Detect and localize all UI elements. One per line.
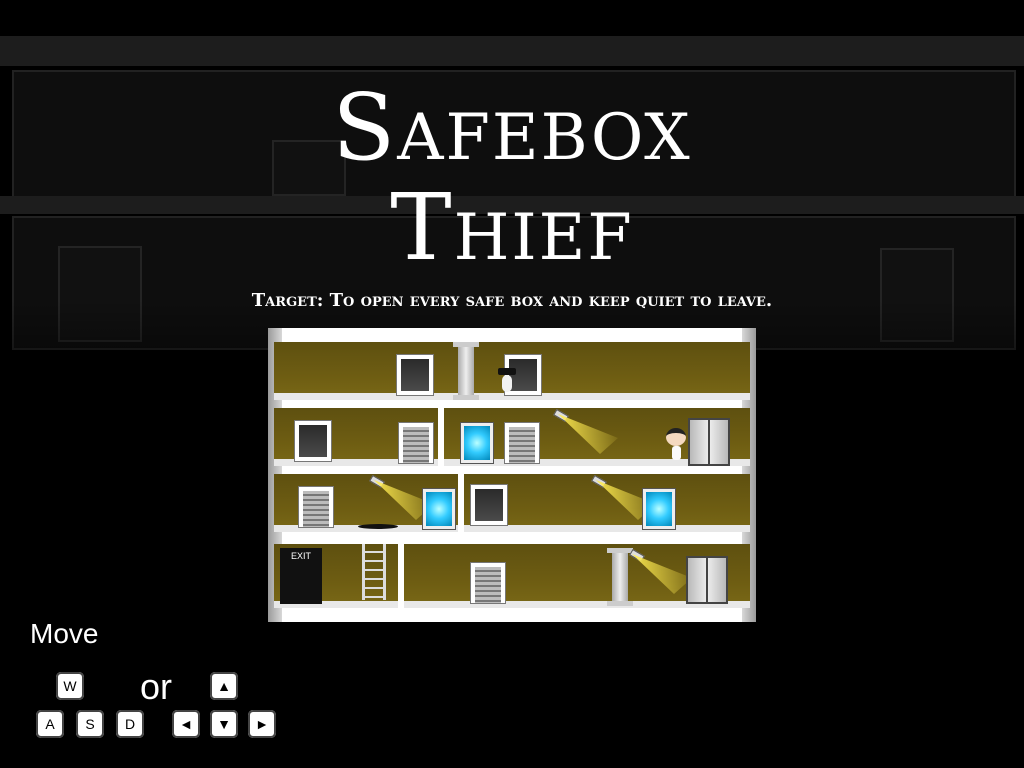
key-arrow-up[interactable]: ▲: [210, 672, 238, 700]
stairs: [298, 486, 334, 528]
preview-floor-4: EXIT: [274, 544, 750, 608]
or-label: or: [140, 666, 173, 707]
move-label: Move: [30, 618, 99, 649]
wall-divider: [438, 408, 444, 466]
key-arrow-left[interactable]: ◄: [172, 710, 200, 738]
stairs: [398, 422, 434, 464]
elevator: [686, 556, 728, 604]
guard-character: [498, 368, 516, 392]
pillar: [453, 342, 479, 400]
key-arrow-down[interactable]: ▼: [210, 710, 238, 738]
elevator-door: [470, 484, 508, 526]
elevator-door: [396, 354, 434, 396]
preview-floor-3: [274, 474, 750, 532]
thief-character: [666, 428, 686, 460]
elevator-door: [294, 420, 332, 462]
safe-box: [642, 488, 676, 530]
ladder: [362, 544, 386, 600]
preview-floor-2: [274, 408, 750, 466]
key-d[interactable]: D: [116, 710, 144, 738]
exit-door: EXIT: [280, 548, 322, 604]
level-preview: EXIT: [268, 328, 756, 622]
safe-box: [422, 488, 456, 530]
wall-divider: [458, 474, 464, 532]
preview-floor-1: [274, 342, 750, 400]
key-s[interactable]: S: [76, 710, 104, 738]
key-arrow-right[interactable]: ►: [248, 710, 276, 738]
light-beam: [558, 414, 618, 454]
pillar: [607, 548, 633, 606]
exit-label: EXIT: [290, 551, 311, 561]
stairs: [470, 562, 506, 604]
floor-hole: [358, 524, 398, 529]
safe-box: [460, 422, 494, 464]
light-beam: [632, 554, 692, 594]
wall-divider: [398, 544, 404, 608]
stairs: [504, 422, 540, 464]
target-description: Target: To open every safe box and keep …: [251, 290, 773, 311]
key-w[interactable]: W: [56, 672, 84, 700]
game-title-line2: Thief: [390, 174, 634, 281]
game-title-line1: Safebox: [332, 74, 692, 181]
key-a[interactable]: A: [36, 710, 64, 738]
floor-base: [274, 525, 750, 532]
elevator: [688, 418, 730, 466]
floor-base: [274, 601, 750, 608]
bg-roof: [0, 36, 1024, 66]
